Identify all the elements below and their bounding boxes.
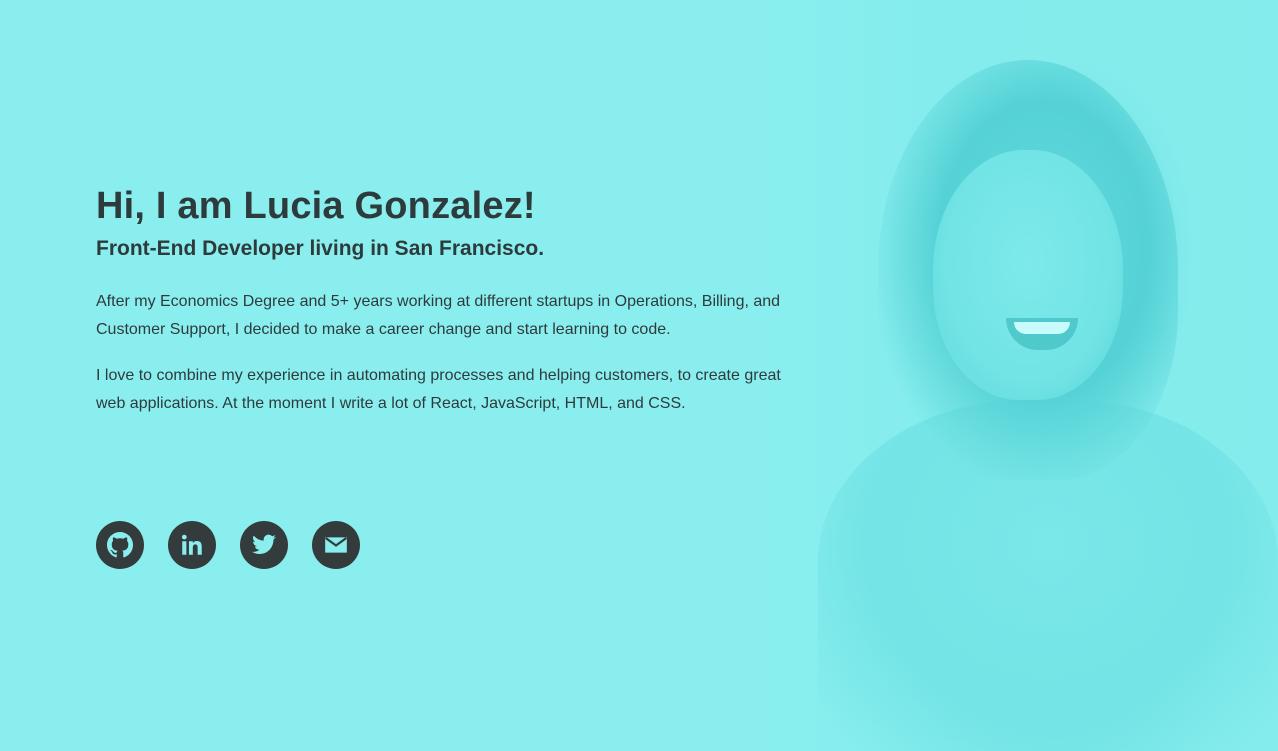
linkedin-link-button[interactable] bbox=[168, 521, 216, 569]
portrait-face bbox=[933, 150, 1123, 400]
twitter-icon bbox=[252, 534, 276, 554]
hero-section: Hi, I am Lucia Gonzalez! Front-End Devel… bbox=[0, 0, 1278, 751]
portrait-photo bbox=[758, 0, 1278, 751]
twitter-link-button[interactable] bbox=[240, 521, 288, 569]
page-title: Hi, I am Lucia Gonzalez! bbox=[96, 185, 536, 227]
github-icon bbox=[107, 532, 133, 558]
page-subtitle: Front-End Developer living in San Franci… bbox=[96, 237, 545, 260]
social-links bbox=[96, 521, 360, 569]
email-link-button[interactable] bbox=[312, 521, 360, 569]
linkedin-icon bbox=[181, 534, 202, 555]
intro-content: Hi, I am Lucia Gonzalez! Front-End Devel… bbox=[96, 182, 796, 418]
email-icon bbox=[325, 537, 347, 553]
github-link-button[interactable] bbox=[96, 521, 144, 569]
intro-paragraph: After my Economics Degree and 5+ years w… bbox=[96, 293, 781, 338]
intro-paragraph: I love to combine my experience in autom… bbox=[96, 367, 781, 412]
